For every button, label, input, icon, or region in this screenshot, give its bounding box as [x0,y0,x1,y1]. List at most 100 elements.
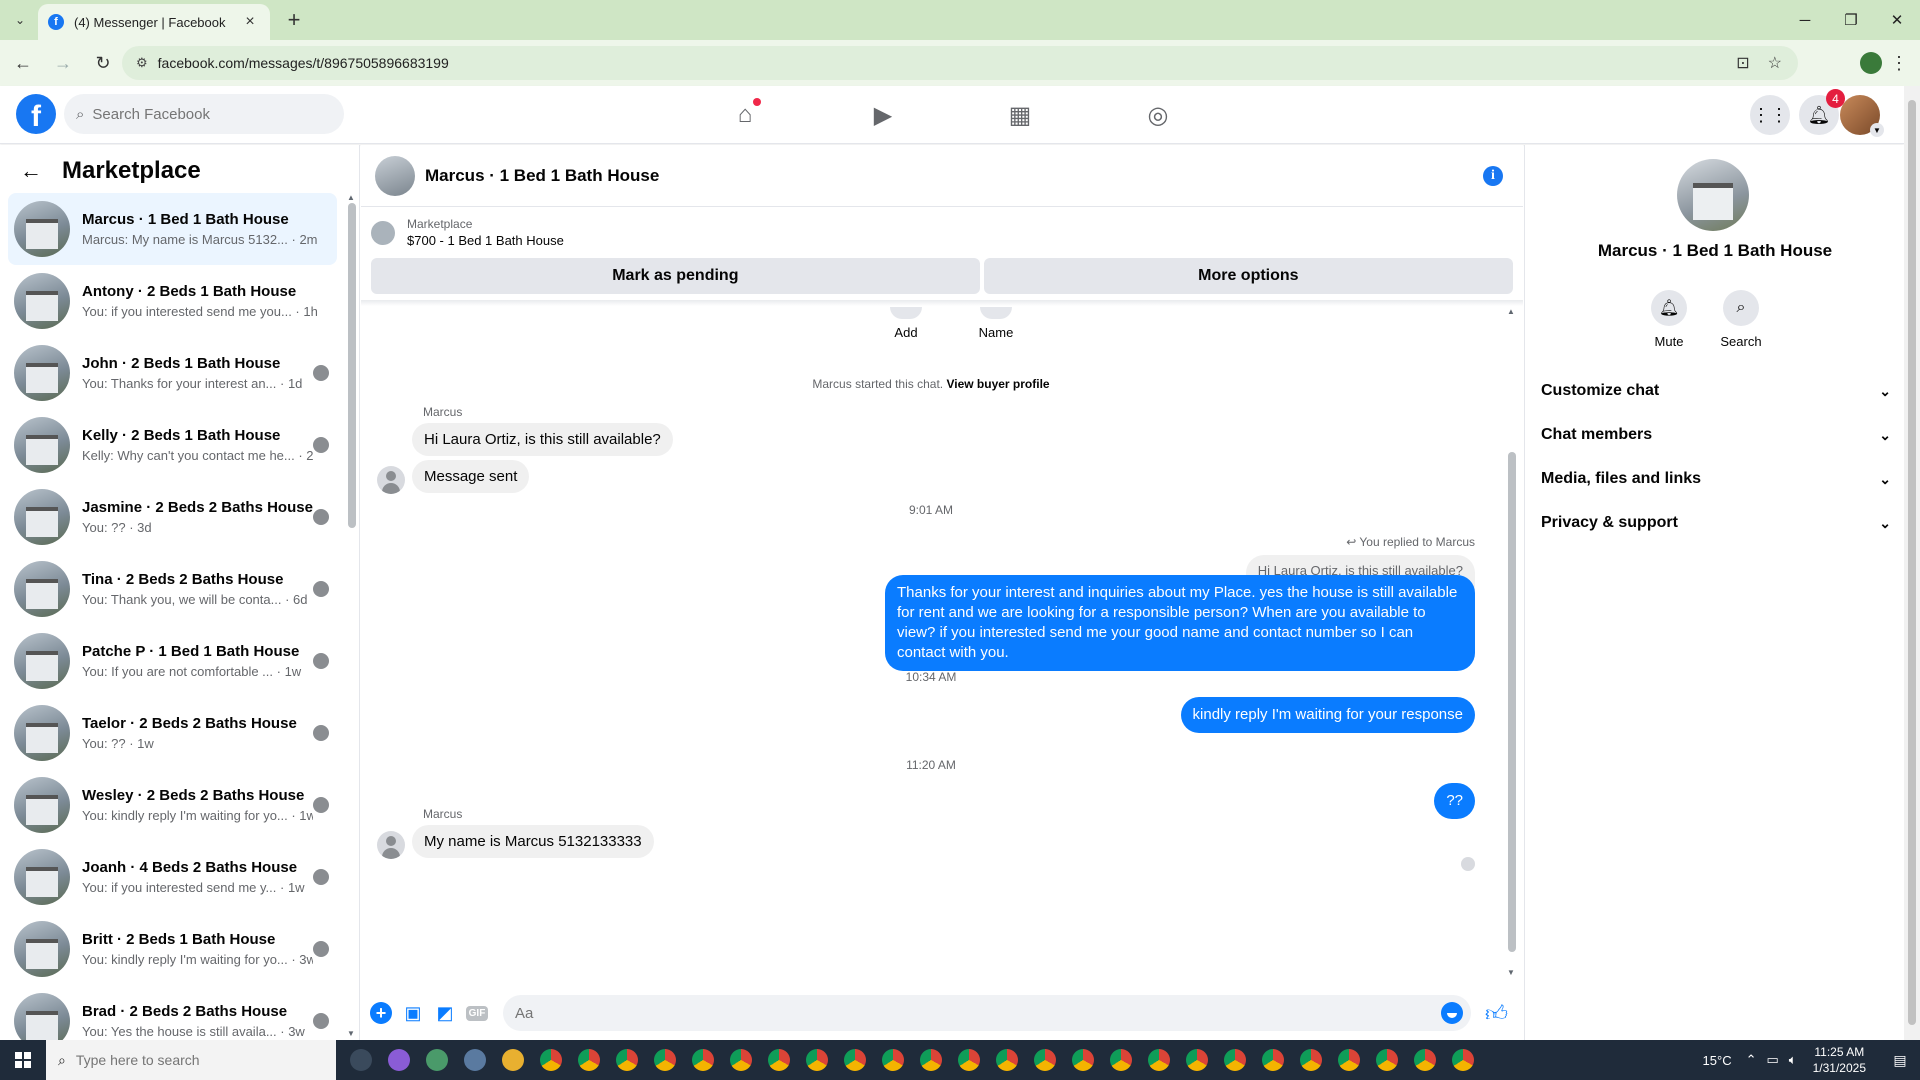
taskbar-app-icon[interactable] [456,1040,494,1080]
chrome-window-icon[interactable] [684,1040,722,1080]
chrome-window-icon[interactable] [1406,1040,1444,1080]
sidebar-scrollbar[interactable]: ▲ ▼ [346,193,358,1038]
info-icon[interactable]: i [1483,165,1503,186]
section-chat-members[interactable]: Chat members ⌄ [1541,413,1891,457]
mark-as-pending-button[interactable]: Mark as pending [371,258,980,294]
chrome-window-icon[interactable] [1216,1040,1254,1080]
page-scrollbar[interactable] [1904,86,1920,1040]
taskbar-search-input[interactable] [75,1052,296,1068]
notification-center-icon[interactable]: ▤ [1880,1052,1920,1069]
chrome-window-icon[interactable] [874,1040,912,1080]
chrome-window-icon[interactable] [988,1040,1026,1080]
chrome-window-icon[interactable] [1368,1040,1406,1080]
nav-video[interactable]: ▶ [827,86,939,144]
browser-menu-icon[interactable]: ⋮ [1890,53,1908,74]
chrome-window-icon[interactable] [836,1040,874,1080]
search-in-chat-button[interactable]: ⌕ Search [1720,290,1762,349]
page-scroll-thumb[interactable] [1908,100,1916,1025]
chrome-window-icon[interactable] [1026,1040,1064,1080]
add-action[interactable]: Add [881,307,931,340]
incoming-message[interactable]: My name is Marcus 5132133333 [412,825,654,858]
conversation-item[interactable]: Taelor · 2 Beds 2 Baths House You: ?? · 1… [8,697,337,769]
sticker-button[interactable]: ◩ [431,999,459,1027]
marketplace-listing-card[interactable]: Marketplace $700 - 1 Bed 1 Bath House [371,217,1513,248]
chrome-window-icon[interactable] [798,1040,836,1080]
scroll-up-icon[interactable]: ▲ [347,193,355,202]
sender-avatar[interactable] [377,466,405,494]
like-thumb-icon[interactable]: 👍︎ [1485,1000,1508,1027]
network-icon[interactable]: ▭ [1767,1052,1779,1068]
taskbar-search[interactable]: ⌕ [46,1040,336,1080]
chrome-window-icon[interactable] [760,1040,798,1080]
conversation-item[interactable]: Tina · 2 Beds 2 Baths House You: Thank yo… [8,553,337,625]
back-icon[interactable]: ← [6,46,40,80]
restore-icon[interactable]: ❐ [1828,0,1874,40]
chat-title[interactable]: Marcus · 1 Bed 1 Bath House [425,166,1483,186]
chrome-window-icon[interactable] [1140,1040,1178,1080]
chrome-window-icon[interactable] [1330,1040,1368,1080]
incoming-message[interactable]: Hi Laura Ortiz, is this still available? [412,423,673,456]
nav-home[interactable]: ⌂ [689,86,801,144]
conversation-item[interactable]: Britt · 2 Beds 1 Bath House You: kindly r… [8,913,337,985]
chat-listing-thumbnail[interactable] [375,155,415,196]
chrome-window-icon[interactable] [532,1040,570,1080]
name-action[interactable]: Name [971,307,1021,340]
conversation-item[interactable]: Joanh · 4 Beds 2 Baths House You: if you … [8,841,337,913]
emoji-icon[interactable] [1441,1002,1463,1024]
scroll-down-icon[interactable]: ▼ [347,1029,355,1038]
tray-chevron-icon[interactable]: ⌃ [1746,1052,1757,1068]
taskbar-app-icon[interactable] [418,1040,456,1080]
taskbar-app-icon[interactable] [380,1040,418,1080]
outgoing-message[interactable]: kindly reply I'm waiting for your respon… [1180,697,1475,733]
notifications-button[interactable]: 🔔︎ 4 [1799,89,1845,135]
conversation-item[interactable]: Jasmine · 2 Beds 2 Baths House You: ?? · … [8,481,337,553]
close-window-icon[interactable]: ✕ [1874,0,1920,40]
conversation-item[interactable]: Brad · 2 Beds 2 Baths House You: Yes the … [8,985,337,1040]
sender-avatar[interactable] [377,831,405,859]
facebook-logo-icon[interactable]: f [16,94,56,134]
taskbar-app-icon[interactable] [342,1040,380,1080]
minimize-icon[interactable]: ─ [1782,0,1828,40]
facebook-search-input[interactable] [92,105,313,123]
chat-scroll-thumb[interactable] [1508,452,1516,952]
chrome-window-icon[interactable] [608,1040,646,1080]
chrome-window-icon[interactable] [1254,1040,1292,1080]
chrome-window-icon[interactable] [570,1040,608,1080]
site-info-icon[interactable]: ⚙ [136,55,148,71]
chrome-window-icon[interactable] [1064,1040,1102,1080]
back-arrow-icon[interactable]: ← [20,158,42,184]
menu-grid-button[interactable]: ⋮⋮ [1750,95,1790,135]
gif-button[interactable]: GIF [463,999,491,1027]
browser-tab-messenger[interactable]: f (4) Messenger | Facebook × [38,4,270,40]
nav-marketplace[interactable]: ▦ [964,86,1076,144]
view-buyer-profile-link[interactable]: View buyer profile [946,377,1049,391]
scroll-down-icon[interactable]: ▼ [1507,968,1515,977]
facebook-search[interactable]: ⌕ [64,94,344,134]
install-app-icon[interactable]: ⊡ [1736,53,1749,73]
chrome-window-icon[interactable] [1178,1040,1216,1080]
conversation-item[interactable]: Antony · 2 Beds 1 Bath House You: if you … [8,265,337,337]
start-button[interactable] [0,1040,46,1080]
reload-icon[interactable]: ↻ [86,46,120,80]
taskbar-clock[interactable]: 11:25 AM 1/31/2025 [1813,1044,1866,1076]
section-privacy-support[interactable]: Privacy & support ⌄ [1541,501,1891,545]
conversation-item[interactable]: Kelly · 2 Beds 1 Bath House Kelly: Why ca… [8,409,337,481]
scroll-up-icon[interactable]: ▲ [1507,307,1515,316]
outgoing-message[interactable]: ?? [1434,783,1475,819]
address-bar[interactable]: ⚙ facebook.com/messages/t/89675058966831… [122,46,1798,80]
account-avatar[interactable]: ▼ [1840,95,1884,137]
forward-icon[interactable]: → [46,46,80,80]
chrome-window-icon[interactable] [1292,1040,1330,1080]
listing-avatar[interactable] [1677,159,1749,231]
taskbar-app-icon[interactable] [494,1040,532,1080]
chat-scrollbar[interactable]: ▲ ▼ [1506,307,1518,977]
attach-photo-button[interactable]: ▣ [399,999,427,1027]
chrome-window-icon[interactable] [912,1040,950,1080]
volume-icon[interactable]: 🔈︎ [1789,1052,1797,1068]
conversation-item[interactable]: Patche P · 1 Bed 1 Bath House You: If you… [8,625,337,697]
conversation-item[interactable]: John · 2 Beds 1 Bath House You: Thanks fo… [8,337,337,409]
tab-search-chevron-icon[interactable]: ⌄ [8,8,32,32]
more-options-button[interactable]: More options [983,258,1513,294]
browser-profile-icon[interactable] [1860,52,1882,74]
mute-button[interactable]: 🔔︎ Mute [1651,290,1687,349]
